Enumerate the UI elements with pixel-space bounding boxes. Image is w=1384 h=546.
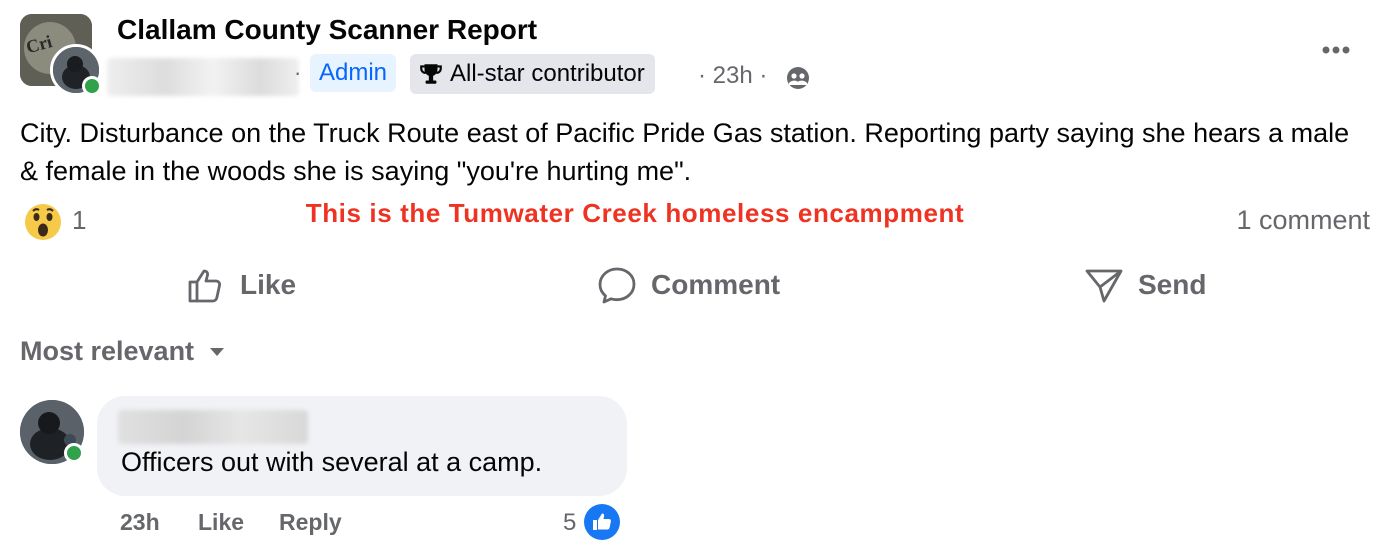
trophy-icon (420, 64, 442, 84)
online-status-icon (82, 76, 102, 96)
send-label: Send (1138, 269, 1207, 300)
redacted-commenter-name (118, 410, 308, 444)
comment-icon (598, 267, 636, 304)
contributor-badge-label: All-star contributor (450, 60, 645, 87)
sort-label: Most relevant (20, 336, 195, 366)
online-status-icon (64, 443, 84, 463)
comment-text: Officers out with several at a camp. (121, 447, 543, 477)
comment-timestamp[interactable]: 23h (120, 509, 160, 536)
post-timestamp[interactable]: · 23h · (698, 62, 767, 90)
like-reaction-icon[interactable] (584, 504, 620, 540)
comment-button[interactable]: Comment (597, 262, 780, 308)
contributor-badge[interactable]: All-star contributor (410, 54, 655, 94)
like-button[interactable]: Like (186, 262, 296, 308)
comment-like-button[interactable]: Like (198, 509, 244, 536)
like-label: Like (240, 269, 297, 300)
send-icon (1085, 269, 1123, 303)
comment-sort-dropdown[interactable]: Most relevant (20, 336, 226, 367)
comment-label: Comment (651, 269, 781, 300)
more-icon[interactable] (1318, 38, 1354, 62)
send-button[interactable]: Send (1084, 262, 1206, 308)
comment-count[interactable]: 1 comment (1236, 205, 1370, 236)
separator-dot: · (294, 60, 302, 85)
overlay-annotation: This is the Tumwater Creek homeless enca… (305, 198, 965, 228)
audience-icon[interactable] (786, 66, 810, 90)
comment-like-count[interactable]: 5 (563, 509, 576, 537)
admin-badge: Admin (310, 54, 397, 92)
post-text: City. Disturbance on the Truck Route eas… (20, 118, 1350, 186)
group-name[interactable]: Clallam County Scanner Report (117, 14, 537, 46)
redacted-author-name (107, 58, 299, 96)
thumbs-up-icon (188, 269, 221, 303)
dropdown-icon (210, 347, 225, 356)
comment-reply-button[interactable]: Reply (279, 509, 342, 536)
